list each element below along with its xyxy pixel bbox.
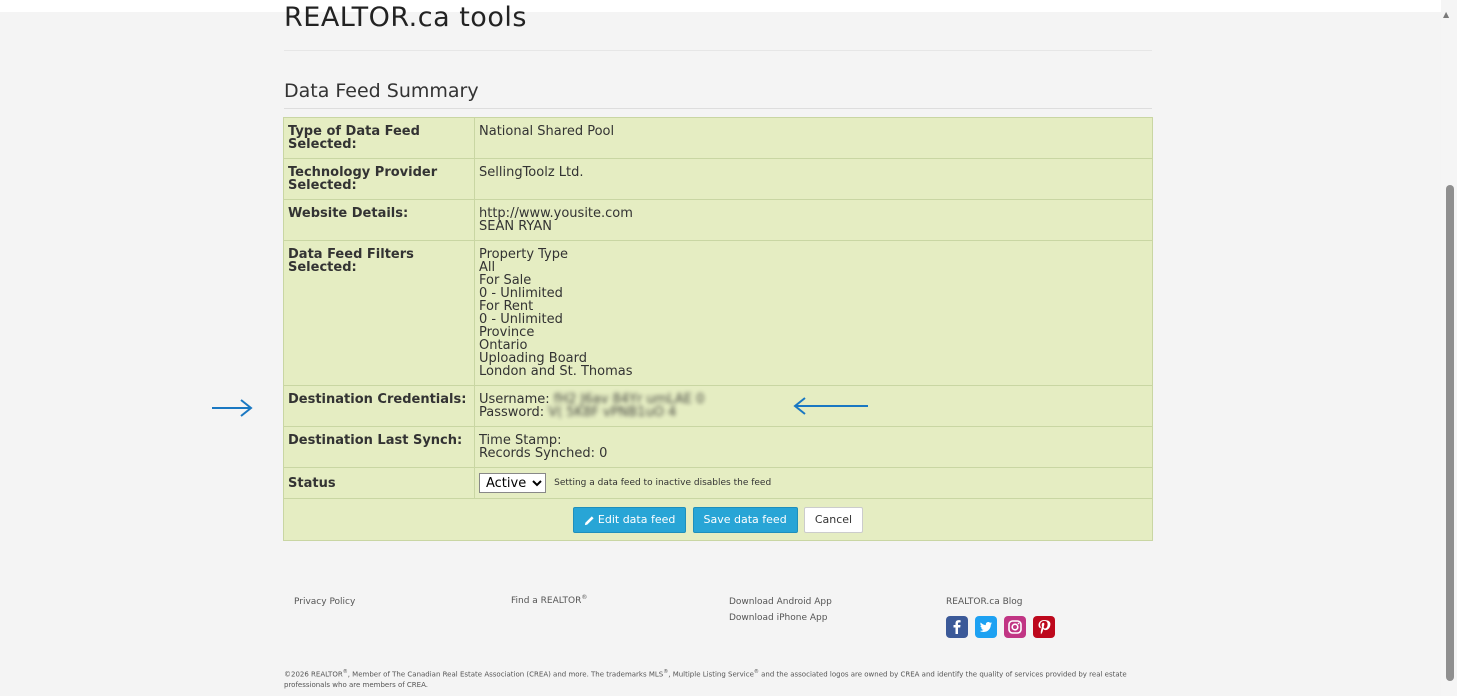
status-note: Setting a data feed to inactive disables… (554, 477, 772, 488)
left-pointer-arrow-icon (212, 399, 253, 417)
pencil-icon (584, 515, 594, 525)
tech-value: SellingToolz Ltd. (474, 158, 1153, 200)
top-strip (0, 0, 1457, 12)
table-row: Website Details: http://www.yousite.com … (283, 199, 1153, 241)
page-title: REALTOR.ca tools (284, 2, 527, 33)
save-data-feed-button[interactable]: Save data feed (692, 507, 798, 533)
filters-label: Data Feed Filters Selected: (283, 240, 475, 386)
last-synch-value: Time Stamp: Records Synched: 0 (474, 426, 1153, 468)
status-label: Status (283, 467, 475, 499)
copyright-text-1: ©2026 REALTOR (284, 670, 343, 679)
realtor-blog-link[interactable]: REALTOR.ca Blog (946, 597, 1022, 607)
edit-data-feed-label: Edit data feed (597, 513, 676, 526)
website-url: http://www.yousite.com (479, 206, 633, 221)
type-label: Type of Data Feed Selected: (283, 117, 475, 159)
filter-line: Province (479, 325, 535, 340)
facebook-icon[interactable] (946, 616, 968, 638)
filter-line: Property Type (479, 247, 569, 262)
filter-line: London and St. Thomas (479, 364, 633, 379)
table-row: Destination Credentials: Username: fH2 J… (283, 385, 1153, 427)
scroll-up-arrow-icon[interactable]: ▲ (1443, 10, 1449, 19)
cancel-button[interactable]: Cancel (803, 507, 864, 533)
registered-mark: ® (581, 594, 588, 601)
privacy-policy-link[interactable]: Privacy Policy (294, 597, 355, 607)
credentials-label: Destination Credentials: (283, 385, 475, 427)
copyright-text-3: , Multiple Listing Service (668, 670, 754, 679)
filter-line: 0 - Unlimited (479, 312, 563, 327)
table-row: Data Feed Filters Selected: Property Typ… (283, 240, 1153, 386)
scrollbar-thumb[interactable] (1446, 185, 1454, 681)
social-links (946, 616, 1057, 642)
section-divider (284, 108, 1152, 109)
status-value: Active Setting a data feed to inactive d… (474, 467, 1153, 499)
actions-cell: Edit data feed Save data feed Cancel (283, 498, 1153, 541)
table-row: Type of Data Feed Selected: National Sha… (283, 117, 1153, 159)
find-realtor-label: Find a REALTOR (511, 596, 582, 606)
edit-data-feed-button[interactable]: Edit data feed (572, 507, 687, 533)
website-label: Website Details: (283, 199, 475, 241)
download-android-link[interactable]: Download Android App (729, 597, 832, 607)
section-title: Data Feed Summary (284, 80, 479, 102)
title-divider (284, 50, 1152, 51)
status-select[interactable]: Active (479, 473, 546, 493)
table-row: Destination Last Synch: Time Stamp: Reco… (283, 426, 1153, 468)
last-synch-label: Destination Last Synch: (283, 426, 475, 468)
data-feed-summary-table: Type of Data Feed Selected: National Sha… (283, 117, 1153, 541)
password-value: V( 5K8F vPNB1uO 4 (548, 405, 677, 420)
filter-line: 0 - Unlimited (479, 286, 563, 301)
filter-line: All (479, 260, 496, 275)
tech-label: Technology Provider Selected: (283, 158, 475, 200)
password-prefix: Password: (479, 405, 549, 420)
filter-line: For Rent (479, 299, 534, 314)
table-row: Status Active Setting a data feed to ina… (283, 467, 1153, 499)
website-value: http://www.yousite.com SEAN RYAN (474, 199, 1153, 241)
copyright-text-2: , Member of The Canadian Real Estate Ass… (347, 670, 664, 679)
download-iphone-link[interactable]: Download iPhone App (729, 613, 827, 623)
find-realtor-link[interactable]: Find a REALTOR® (511, 594, 587, 606)
copyright-notice: ©2026 REALTOR®, Member of The Canadian R… (284, 667, 1154, 691)
records-synched-line: Records Synched: 0 (479, 446, 608, 461)
pinterest-icon[interactable] (1033, 616, 1056, 638)
right-pointer-arrow-icon (793, 397, 868, 415)
filter-line: For Sale (479, 273, 532, 288)
table-row: Technology Provider Selected: SellingToo… (283, 158, 1153, 200)
table-row: Edit data feed Save data feed Cancel (283, 498, 1153, 541)
twitter-icon[interactable] (975, 616, 998, 638)
type-value: National Shared Pool (474, 117, 1153, 159)
filters-value: Property Type All For Sale 0 - Unlimited… (474, 240, 1153, 386)
instagram-icon[interactable] (1004, 616, 1027, 638)
website-owner: SEAN RYAN (479, 219, 552, 234)
